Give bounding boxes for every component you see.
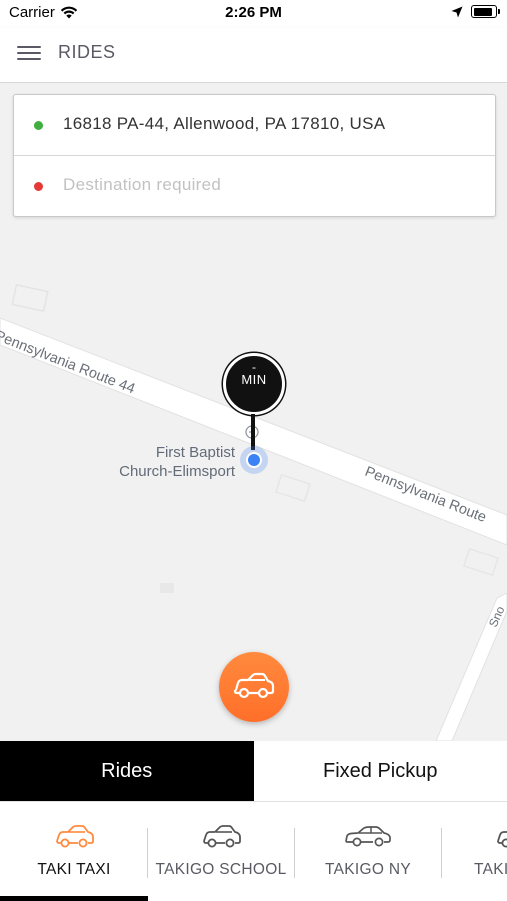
vehicle-taki-partial[interactable]: TAKI [441, 802, 507, 901]
car-icon [232, 672, 276, 700]
vehicle-label: TAKI TAXI [0, 861, 148, 879]
vehicle-takigo-ny[interactable]: TAKIGO NY [294, 802, 442, 901]
vehicle-label: TAKIGO SCHOOL [147, 861, 295, 879]
page-title: RIDES [58, 42, 116, 63]
address-card: 16818 PA-44, Allenwood, PA 17810, USA De… [13, 94, 496, 217]
status-right [451, 5, 497, 18]
status-bar: Carrier 2:26 PM [0, 0, 507, 28]
eta-unit: MIN [226, 373, 282, 387]
sedan-icon [344, 824, 392, 850]
pickup-dot-icon [34, 121, 43, 130]
car-icon [54, 824, 96, 850]
destination-field[interactable]: Destination required [14, 155, 495, 216]
request-ride-button[interactable] [219, 652, 289, 722]
eta-pin[interactable]: - MIN [223, 353, 285, 415]
pickup-field[interactable]: 16818 PA-44, Allenwood, PA 17810, USA [14, 95, 495, 155]
current-location-icon [246, 452, 262, 468]
app-header: RIDES [0, 28, 507, 83]
vehicle-takigo-school[interactable]: TAKIGO SCHOOL [147, 802, 295, 901]
pickup-address: 16818 PA-44, Allenwood, PA 17810, USA [63, 114, 385, 134]
vehicle-label: TAKIGO NY [294, 861, 442, 879]
road-label-top: Pennsylvania Route 44 [0, 328, 137, 398]
destination-placeholder: Destination required [63, 175, 221, 195]
battery-level [474, 8, 492, 16]
pin-stem [251, 414, 255, 450]
vehicle-selector: TAKI TAXI TAKIGO SCHOOL TAKIGO NY TAKI [0, 801, 507, 901]
battery-icon [471, 5, 497, 18]
vehicle-taki-taxi[interactable]: TAKI TAXI [0, 802, 148, 901]
eta-badge: - MIN [223, 353, 285, 415]
destination-dot-icon [34, 182, 43, 191]
status-time: 2:26 PM [0, 4, 507, 21]
car-icon [201, 824, 243, 850]
selected-vehicle-indicator [0, 896, 148, 901]
hamburger-menu-icon[interactable] [17, 46, 41, 62]
car-icon [495, 824, 507, 850]
location-arrow-icon [451, 6, 463, 18]
poi-label[interactable]: First Baptist Church-Elimsport [100, 443, 235, 481]
tab-fixed-pickup[interactable]: Fixed Pickup [254, 741, 507, 801]
mode-tabs: Rides Fixed Pickup [0, 741, 507, 801]
vehicle-label: TAKI [474, 861, 507, 879]
tab-rides[interactable]: Rides [0, 741, 254, 801]
